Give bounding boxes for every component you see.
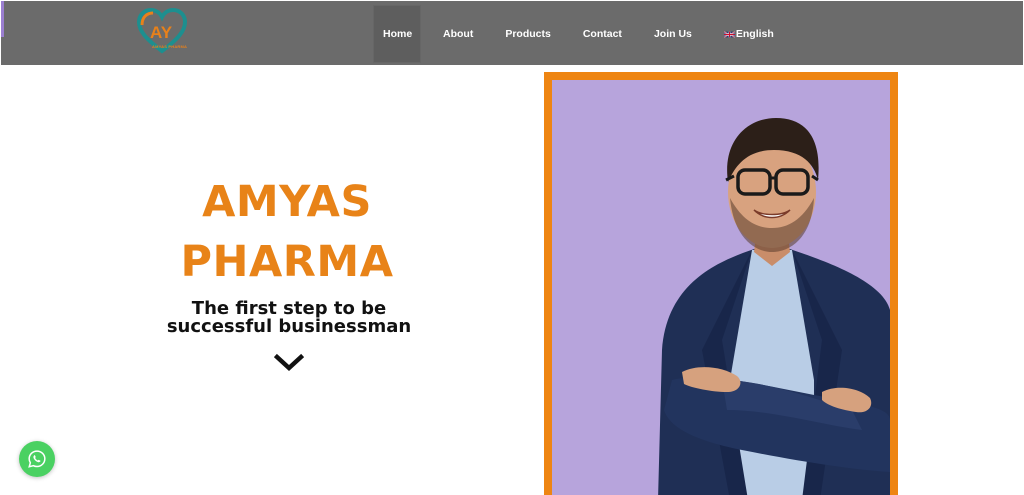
smiling-businessman-photo xyxy=(552,80,890,495)
hero-subtitle: The first step to be successful business… xyxy=(158,300,420,336)
main-nav: Home About Products Contact Join Us Engl… xyxy=(373,5,784,63)
nav-products[interactable]: Products xyxy=(495,5,561,63)
uk-flag-icon xyxy=(723,30,735,38)
logo-caption: AMYAS PHARMA xyxy=(152,44,188,49)
nav-contact[interactable]: Contact xyxy=(573,5,632,63)
nav-language-label: English xyxy=(735,28,774,40)
logo-letters: AY xyxy=(150,23,173,42)
nav-home[interactable]: Home xyxy=(373,5,421,63)
whatsapp-icon xyxy=(28,450,46,468)
page: AY AMYAS PHARMA Home About Products Cont… xyxy=(0,0,1024,495)
nav-language-english[interactable]: English xyxy=(714,5,784,63)
hero-title: AMYAS PHARMA xyxy=(172,172,402,292)
nav-join-us[interactable]: Join Us xyxy=(644,5,702,63)
nav-about[interactable]: About xyxy=(433,5,483,63)
chevron-down-icon[interactable] xyxy=(274,352,304,372)
hero-subtitle-line-2: successful businessman xyxy=(166,316,412,337)
hero-title-line-1: AMYAS xyxy=(202,177,372,227)
top-navbar: AY AMYAS PHARMA Home About Products Cont… xyxy=(1,1,1023,65)
whatsapp-button[interactable] xyxy=(19,441,55,477)
hero-title-line-2: PHARMA xyxy=(180,237,394,287)
